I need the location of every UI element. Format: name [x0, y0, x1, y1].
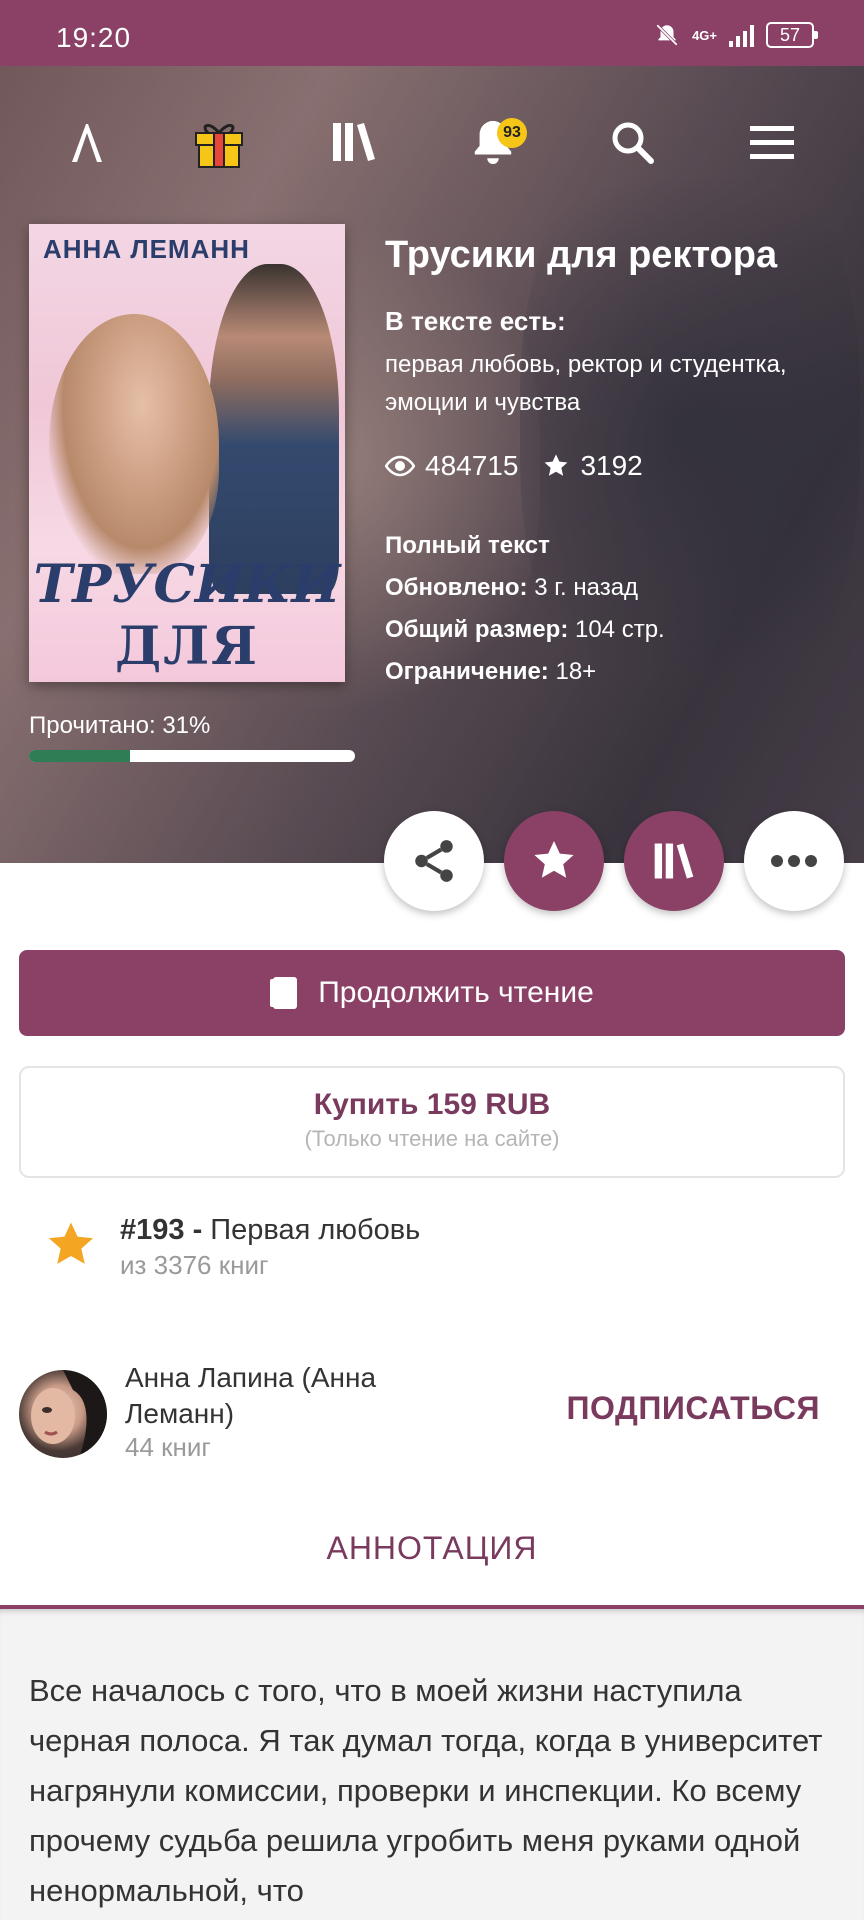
buy-note: (Только чтение на сайте)	[304, 1126, 560, 1151]
star-icon	[545, 454, 568, 476]
rank-star-icon	[44, 1218, 98, 1277]
library-icon	[654, 843, 694, 879]
size-label: Общий размер:	[385, 616, 569, 643]
logo-icon[interactable]	[50, 106, 122, 178]
continue-reading-label: Продолжить чтение	[318, 976, 594, 1009]
cover-author: АННА ЛЕМАНН	[43, 234, 250, 264]
reading-progress-fill	[29, 750, 131, 762]
status-icons: 4G+ 57	[654, 22, 818, 48]
rank-title[interactable]: #193 - Первая любовь	[120, 1214, 420, 1247]
rank-genre: Первая любовь	[210, 1214, 421, 1246]
share-icon	[415, 840, 453, 882]
top-navigation: 93	[0, 106, 864, 178]
restriction-label: Ограничение:	[385, 658, 549, 685]
author-name[interactable]: Анна Лапина (Анна Леманн)	[125, 1360, 455, 1432]
signal-icon	[729, 23, 754, 47]
notifications-button[interactable]: 93	[457, 106, 529, 178]
star-icon	[534, 841, 574, 878]
cover-title-line1: ТРУСИКИ	[33, 554, 341, 615]
views-count: 484715	[425, 450, 519, 481]
progress-label: Прочитано: 31%	[29, 712, 211, 739]
book-cover[interactable]: АННА ЛЕМАНН ТРУСИКИ ДЛЯ РЕКТОРА	[29, 224, 345, 682]
menu-icon[interactable]	[736, 106, 808, 178]
book-header: 93 АННА ЛЕМАНН ТРУСИКИ ДЛЯ РЕКТОРА Труси…	[0, 66, 864, 863]
status-bar: 19:20 4G+ 57	[0, 0, 864, 66]
book-title: Трусики для ректора	[385, 234, 778, 276]
rank-total: из 3376 книг	[120, 1250, 269, 1280]
reading-progress-bar	[29, 750, 355, 762]
share-button[interactable]	[384, 811, 484, 911]
size-value: 104 стр.	[574, 616, 665, 643]
status-time: 19:20	[56, 22, 132, 53]
rank-position: #193 -	[120, 1214, 203, 1246]
restriction-line: Ограничение: 18+	[385, 658, 596, 686]
restriction-value: 18+	[555, 658, 597, 685]
network-type: 4G+	[692, 27, 717, 43]
library-icon[interactable]	[318, 106, 390, 178]
annotation-text: Все началось с того, что в моей жизни на…	[29, 1673, 823, 1908]
more-options-button[interactable]	[744, 811, 844, 911]
mute-bell-icon	[656, 24, 678, 46]
author-avatar[interactable]	[19, 1370, 107, 1458]
updated-label: Обновлено:	[385, 574, 528, 601]
stars-count: 3192	[580, 450, 643, 481]
updated-value: 3 г. назад	[534, 574, 639, 601]
completion-status: Полный текст	[385, 532, 550, 559]
gift-icon[interactable]	[183, 106, 255, 178]
buy-label: Купить 159 RUB	[313, 1088, 551, 1121]
continue-reading-button[interactable]: Продолжить чтение	[19, 950, 845, 1036]
notification-badge: 93	[497, 118, 527, 148]
tags-value: первая любовь, ректор и студентка, эмоци…	[385, 351, 787, 416]
battery-indicator: 57	[766, 22, 818, 48]
search-icon[interactable]	[596, 106, 668, 178]
buy-button[interactable]: Купить 159 RUB (Только чтение на сайте)	[19, 1066, 845, 1178]
rate-button[interactable]	[504, 811, 604, 911]
updated-line: Обновлено: 3 г. назад	[385, 574, 638, 602]
eye-icon	[385, 455, 415, 477]
subscribe-button[interactable]: ПОДПИСАТЬСЯ	[560, 1390, 820, 1427]
tab-annotation[interactable]: АННОТАЦИЯ	[0, 1530, 864, 1567]
more-icon	[771, 855, 817, 867]
add-to-library-button[interactable]	[624, 811, 724, 911]
author-books-count: 44 книг	[125, 1432, 211, 1462]
cover-title-line2: ДЛЯ РЕКТОРА	[34, 616, 337, 682]
book-stats: 484715 3192	[385, 450, 643, 482]
size-line: Общий размер: 104 стр.	[385, 616, 665, 644]
book-icon	[270, 977, 298, 1009]
tags-label: В тексте есть:	[385, 306, 566, 336]
